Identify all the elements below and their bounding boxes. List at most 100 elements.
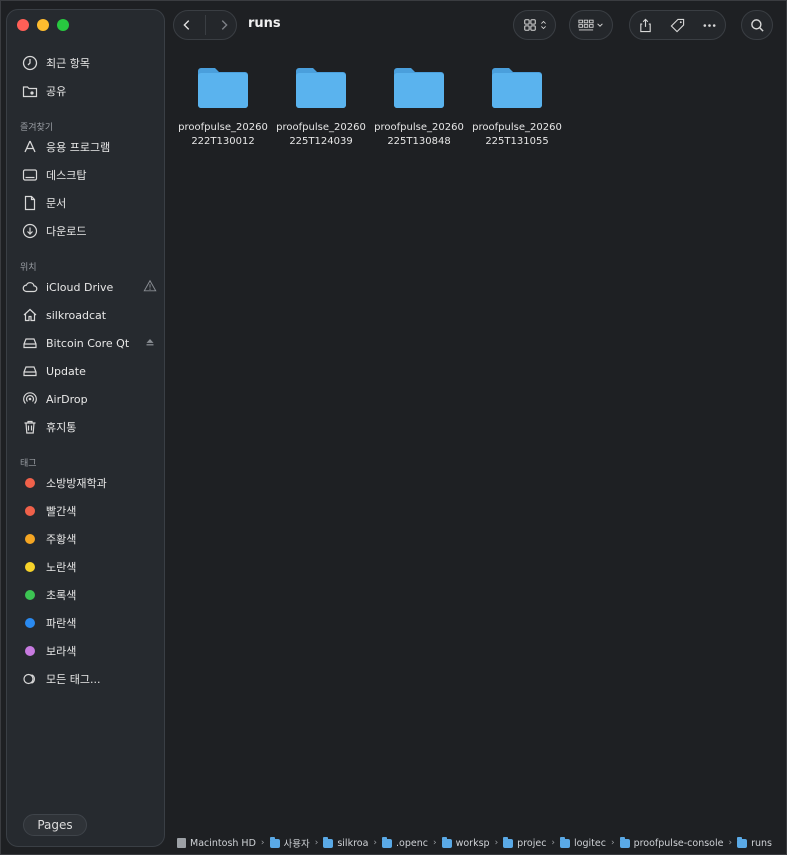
path-crumb-label: 사용자: [283, 839, 310, 850]
home-icon: [21, 306, 39, 324]
close-window-button[interactable]: [17, 19, 29, 31]
icon-view-icon: [523, 19, 536, 31]
folder-icon: [492, 68, 542, 108]
path-separator-icon: ›: [610, 838, 615, 848]
sidebar-item-label: 소방방재학과: [46, 477, 107, 490]
more-button[interactable]: [702, 18, 717, 33]
sidebar-item-applications[interactable]: 응용 프로그램: [21, 136, 159, 158]
sidebar-item-label: 파란색: [46, 617, 77, 630]
path-crumb-label: .openc: [396, 837, 428, 849]
sidebar-item-label: iCloud Drive: [46, 280, 114, 294]
minimize-window-button[interactable]: [37, 19, 49, 31]
path-crumb-label: projec: [517, 837, 547, 849]
folder-icon: [198, 68, 248, 108]
chevron-down-icon: [597, 23, 603, 27]
zoom-window-button[interactable]: [57, 19, 69, 31]
tag-color-dot: [25, 646, 35, 656]
sidebar-item-recents[interactable]: 최근 항목: [21, 52, 159, 74]
sidebar-item-airdrop[interactable]: AirDrop: [21, 388, 159, 410]
chevron-right-icon: [221, 20, 228, 30]
sidebar-tag-item[interactable]: 소방방재학과: [21, 472, 159, 494]
folder-icon: [737, 836, 748, 848]
path-crumb[interactable]: 사용자: [269, 836, 310, 850]
sidebar-item-label: 공유: [46, 85, 67, 98]
back-button[interactable]: [180, 18, 194, 32]
sidebar-item-label: 데스크탑: [46, 169, 87, 182]
sidebar-item-label: 문서: [46, 197, 67, 210]
folder-icon: [441, 836, 452, 848]
sidebar-tag-purple[interactable]: 보라색: [21, 640, 159, 662]
cloud-icon: [21, 278, 39, 296]
sidebar-item-home[interactable]: silkroadcat: [21, 304, 159, 326]
sidebar-tag-red[interactable]: 빨간색: [21, 500, 159, 522]
folder-icon: [560, 836, 571, 848]
sidebar-item-downloads[interactable]: 다운로드: [21, 220, 159, 242]
view-mode-button[interactable]: [513, 10, 556, 40]
sidebar-item-label: 최근 항목: [46, 57, 90, 70]
folder-icon: [382, 836, 393, 848]
sidebar-item-shared[interactable]: 공유: [21, 80, 159, 102]
share-button[interactable]: [638, 18, 653, 33]
folder-icon: [394, 68, 444, 108]
path-crumb[interactable]: .openc: [382, 836, 428, 849]
sidebar-item-label: 휴지통: [46, 421, 77, 434]
folder-icon: [323, 836, 334, 848]
drive-icon: [21, 362, 39, 380]
sidebar-item-label: Bitcoin Core Qt: [46, 336, 130, 350]
folder-item[interactable]: proofpulse_20260225T130848: [373, 65, 465, 149]
sidebar-item-label: 다운로드: [46, 225, 87, 238]
path-crumb[interactable]: logitec: [560, 836, 606, 849]
sidebar-item-icloud-drive[interactable]: iCloud Drive: [21, 276, 159, 298]
path-separator-icon: ›: [551, 838, 556, 848]
path-crumb-label: runs: [751, 837, 772, 849]
window-controls: [17, 19, 69, 31]
path-crumb[interactable]: projec: [503, 836, 547, 849]
divider: [204, 15, 206, 35]
share-icon: [640, 18, 652, 32]
tag-color-dot: [25, 478, 35, 488]
sidebar-item-update[interactable]: Update: [21, 360, 159, 382]
clock-icon: [21, 54, 39, 72]
folder-item[interactable]: proofpulse_20260225T124039: [275, 65, 367, 149]
pages-button[interactable]: Pages: [23, 814, 87, 836]
sidebar-item-desktop[interactable]: 데스크탑: [21, 164, 159, 186]
sidebar: 최근 항목 공유 즐겨찾기 응용 프로그램 데스크탑 문서 다운로드 위치 iC…: [6, 9, 165, 847]
download-icon: [21, 222, 39, 240]
tag-color-dot: [25, 506, 35, 516]
actions-group: [629, 10, 726, 40]
sidebar-item-label: 노란색: [46, 561, 77, 574]
sidebar-tag-yellow[interactable]: 노란색: [21, 556, 159, 578]
sidebar-item-documents[interactable]: 문서: [21, 192, 159, 214]
path-crumb[interactable]: Macintosh HD: [177, 838, 256, 849]
airdrop-icon: [21, 390, 39, 408]
desktop-icon: [21, 166, 39, 184]
sidebar-item-trash[interactable]: 휴지통: [21, 416, 159, 438]
drive-icon: [21, 334, 39, 352]
path-crumb[interactable]: silkroa: [323, 836, 368, 849]
path-crumb[interactable]: worksp: [441, 836, 490, 849]
tag-color-dot: [25, 562, 35, 572]
window-title: runs: [248, 16, 281, 31]
tag-button[interactable]: [670, 18, 685, 33]
path-bar: Macintosh HD › 사용자 › silkroa › .openc › …: [177, 835, 772, 851]
sidebar-tag-blue[interactable]: 파란색: [21, 612, 159, 634]
path-separator-icon: ›: [373, 838, 378, 848]
folder-item[interactable]: proofpulse_20260225T131055: [471, 65, 563, 149]
tag-color-dot: [25, 618, 35, 628]
path-crumb[interactable]: proofpulse-console: [619, 836, 723, 849]
sidebar-tag-orange[interactable]: 주황색: [21, 528, 159, 550]
eject-icon[interactable]: [143, 335, 159, 351]
all-tags-icon: [21, 670, 39, 688]
sidebar-item-label: 주황색: [46, 533, 77, 546]
group-by-button[interactable]: [569, 10, 613, 40]
path-crumb[interactable]: runs: [737, 836, 772, 849]
forward-button[interactable]: [217, 18, 231, 32]
sidebar-all-tags[interactable]: 모든 태그...: [21, 668, 159, 690]
warning-icon: [143, 279, 159, 295]
finder-window: 최근 항목 공유 즐겨찾기 응용 프로그램 데스크탑 문서 다운로드 위치 iC…: [0, 0, 787, 855]
sidebar-tag-green[interactable]: 초록색: [21, 584, 159, 606]
path-separator-icon: ›: [494, 838, 499, 848]
search-button[interactable]: [741, 10, 773, 40]
folder-item[interactable]: proofpulse_20260222T130012: [177, 65, 269, 149]
sidebar-item-bitcoin-core-qt[interactable]: Bitcoin Core Qt: [21, 332, 159, 354]
